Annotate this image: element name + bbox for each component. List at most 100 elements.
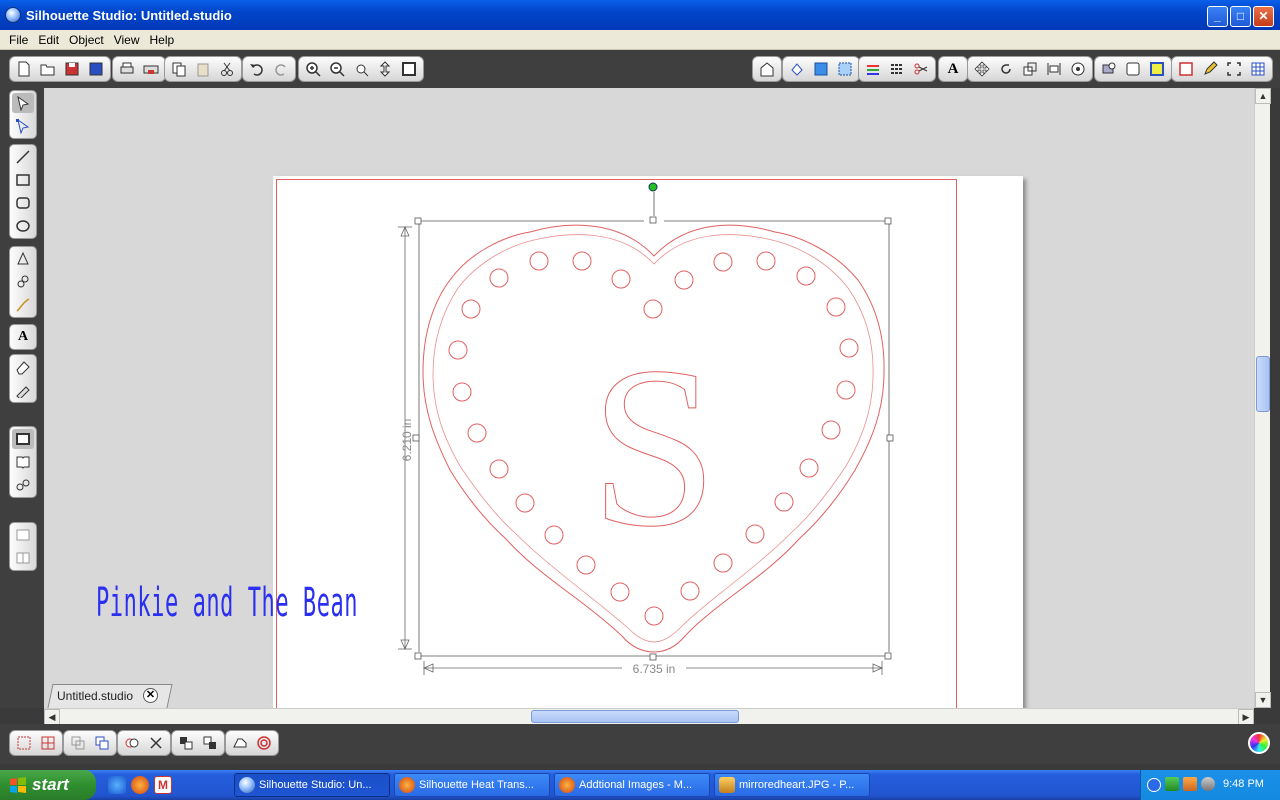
taskbar-item-paint[interactable]: mirroredheart.JPG - P... xyxy=(714,773,870,797)
fill-color-icon[interactable] xyxy=(786,59,808,79)
scroll-left-icon[interactable]: ◀ xyxy=(44,709,60,725)
line-tool-icon[interactable] xyxy=(12,147,34,167)
scroll-down-icon[interactable]: ▼ xyxy=(1255,692,1271,708)
horizontal-scrollbar[interactable]: ◀ ▶ xyxy=(44,708,1254,725)
paste-icon[interactable] xyxy=(192,59,214,79)
offset-icon[interactable] xyxy=(1122,59,1144,79)
fit-to-page-icon[interactable] xyxy=(398,59,420,79)
maximize-button[interactable]: □ xyxy=(1230,6,1251,27)
line-style-icon[interactable] xyxy=(886,59,908,79)
scroll-right-icon[interactable]: ▶ xyxy=(1238,709,1254,725)
horizontal-scroll-thumb[interactable] xyxy=(531,710,739,723)
registration-marks-icon[interactable] xyxy=(1223,59,1245,79)
link-view-icon[interactable] xyxy=(12,475,34,495)
page-view-icon[interactable] xyxy=(12,429,34,449)
resize-handle-right[interactable] xyxy=(886,434,894,442)
zoom-in-icon[interactable] xyxy=(302,59,324,79)
ungroup-icon[interactable] xyxy=(37,733,59,753)
copy-icon[interactable] xyxy=(168,59,190,79)
text-tool-icon[interactable]: A xyxy=(12,327,34,347)
library-view-icon[interactable] xyxy=(12,452,34,472)
save-icon[interactable] xyxy=(61,59,83,79)
panel-top-icon[interactable] xyxy=(12,525,34,545)
taskbar-item-silhouette[interactable]: Silhouette Studio: Un... xyxy=(234,773,390,797)
cut-style-icon[interactable] xyxy=(910,59,932,79)
replicate-icon[interactable] xyxy=(1067,59,1089,79)
resize-handle-tl[interactable] xyxy=(414,217,422,225)
undo-icon[interactable] xyxy=(246,59,268,79)
bring-forward-icon[interactable] xyxy=(175,733,197,753)
close-button[interactable]: ✕ xyxy=(1253,6,1274,27)
tray-expand-icon[interactable] xyxy=(1147,778,1161,792)
resize-handle-bl[interactable] xyxy=(414,652,422,660)
sketch-icon[interactable] xyxy=(1199,59,1221,79)
redo-icon[interactable] xyxy=(270,59,292,79)
menu-object[interactable]: Object xyxy=(64,33,109,47)
vertical-scroll-thumb[interactable] xyxy=(1256,356,1270,412)
firefox-icon[interactable] xyxy=(131,776,149,794)
line-color-icon[interactable] xyxy=(862,59,884,79)
fill-pattern-icon[interactable] xyxy=(810,59,832,79)
vertical-scrollbar[interactable]: ▲ ▼ xyxy=(1254,88,1271,708)
panel-bottom-icon[interactable] xyxy=(12,548,34,568)
freehand-tool-icon[interactable] xyxy=(12,295,34,315)
group-icon[interactable] xyxy=(13,733,35,753)
curve-tool-icon[interactable] xyxy=(12,272,34,292)
taskbar-item-firefox-1[interactable]: Silhouette Heat Trans... xyxy=(394,773,550,797)
print-icon[interactable] xyxy=(116,59,138,79)
resize-handle-top[interactable] xyxy=(649,216,657,224)
rectangle-tool-icon[interactable] xyxy=(12,170,34,190)
gmail-icon[interactable]: M xyxy=(154,776,172,794)
layers-icon[interactable] xyxy=(1146,59,1168,79)
save-to-library-icon[interactable] xyxy=(85,59,107,79)
scale-icon[interactable] xyxy=(1019,59,1041,79)
modify-icon[interactable] xyxy=(229,733,251,753)
delete-icon[interactable] xyxy=(145,733,167,753)
volume-icon[interactable] xyxy=(1201,777,1215,791)
design-canvas[interactable]: S 6.210 in 6.735 in Pinkie and The Bean xyxy=(44,88,1254,708)
page-setup-icon[interactable] xyxy=(1175,59,1197,79)
rotate-icon[interactable] xyxy=(995,59,1017,79)
send-backward-icon[interactable] xyxy=(199,733,221,753)
new-document-icon[interactable] xyxy=(13,59,35,79)
rounded-rectangle-tool-icon[interactable] xyxy=(12,193,34,213)
resize-handle-tr[interactable] xyxy=(884,217,892,225)
send-to-silhouette-icon[interactable] xyxy=(140,59,162,79)
make-compound-path-icon[interactable] xyxy=(67,733,89,753)
security-icon[interactable] xyxy=(1183,777,1197,791)
weld-icon[interactable] xyxy=(121,733,143,753)
color-wheel-icon[interactable] xyxy=(1248,732,1270,754)
offset-circle-icon[interactable] xyxy=(253,733,275,753)
zoom-out-icon[interactable] xyxy=(326,59,348,79)
eraser-tool-icon[interactable] xyxy=(12,357,34,377)
resize-handle-bottom[interactable] xyxy=(649,653,657,661)
network-icon[interactable] xyxy=(1165,777,1179,791)
minimize-button[interactable]: _ xyxy=(1207,6,1228,27)
pan-icon[interactable] xyxy=(374,59,396,79)
zoom-select-icon[interactable] xyxy=(350,59,372,79)
resize-handle-br[interactable] xyxy=(884,652,892,660)
menu-file[interactable]: File xyxy=(4,33,33,47)
polygon-tool-icon[interactable] xyxy=(12,249,34,269)
menu-edit[interactable]: Edit xyxy=(33,33,64,47)
internet-explorer-icon[interactable] xyxy=(108,776,126,794)
gradient-icon[interactable] xyxy=(834,59,856,79)
edit-points-icon[interactable] xyxy=(12,116,34,136)
library-icon[interactable] xyxy=(756,59,778,79)
transform-icon[interactable] xyxy=(971,59,993,79)
select-tool-icon[interactable] xyxy=(12,93,34,113)
open-icon[interactable] xyxy=(37,59,59,79)
ellipse-tool-icon[interactable] xyxy=(12,216,34,236)
document-tab-label[interactable]: Untitled.studio xyxy=(57,689,133,703)
release-compound-path-icon[interactable] xyxy=(91,733,113,753)
menu-view[interactable]: View xyxy=(109,33,145,47)
start-button[interactable]: start xyxy=(0,770,96,800)
menu-help[interactable]: Help xyxy=(145,33,180,47)
close-tab-icon[interactable]: ✕ xyxy=(143,688,158,703)
trace-icon[interactable] xyxy=(1098,59,1120,79)
cut-icon[interactable] xyxy=(216,59,238,79)
rotate-handle[interactable] xyxy=(648,182,658,192)
taskbar-item-firefox-2[interactable]: Addtional Images - M... xyxy=(554,773,710,797)
knife-tool-icon[interactable] xyxy=(12,380,34,400)
text-style-icon[interactable]: A xyxy=(942,59,964,79)
